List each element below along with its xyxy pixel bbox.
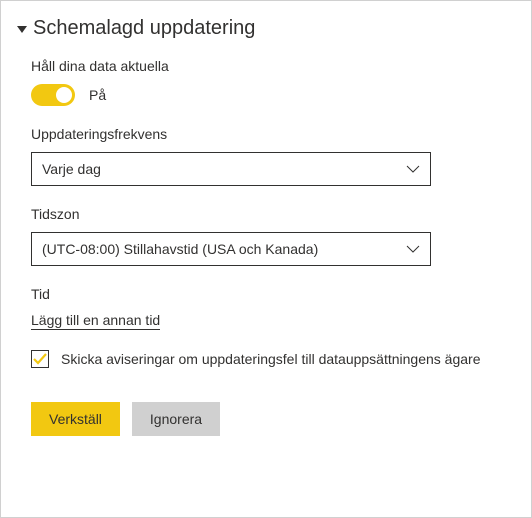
scheduled-refresh-panel: Schemalagd uppdatering Håll dina data ak… [0, 0, 532, 518]
toggle-row: På [31, 84, 505, 106]
notify-label: Skicka aviseringar om uppdateringsfel ti… [61, 351, 480, 367]
timezone-value: (UTC-08:00) Stillahavstid (USA och Kanad… [42, 241, 318, 257]
chevron-down-icon [406, 165, 420, 173]
button-row: Verkställ Ignorera [31, 402, 505, 436]
check-icon [33, 353, 47, 365]
section-content: Håll dina data aktuella På Uppdateringsf… [17, 58, 505, 436]
timezone-label: Tidszon [31, 206, 505, 222]
section-title: Schemalagd uppdatering [33, 17, 255, 40]
toggle-state-label: På [89, 87, 106, 103]
time-field: Tid Lägg till en annan tid [31, 286, 505, 330]
discard-button[interactable]: Ignorera [132, 402, 220, 436]
section-header[interactable]: Schemalagd uppdatering [17, 17, 505, 40]
keep-data-toggle[interactable] [31, 84, 75, 106]
frequency-field: Uppdateringsfrekvens Varje dag [31, 126, 505, 186]
chevron-down-icon [406, 245, 420, 253]
notify-row: Skicka aviseringar om uppdateringsfel ti… [31, 350, 505, 368]
time-label: Tid [31, 286, 505, 302]
timezone-select[interactable]: (UTC-08:00) Stillahavstid (USA och Kanad… [31, 232, 431, 266]
keep-data-label: Håll dina data aktuella [31, 58, 505, 74]
frequency-label: Uppdateringsfrekvens [31, 126, 505, 142]
caret-down-icon [17, 26, 27, 33]
add-time-link[interactable]: Lägg till en annan tid [31, 312, 160, 330]
notify-checkbox[interactable] [31, 350, 49, 368]
keep-data-field: Håll dina data aktuella På [31, 58, 505, 106]
apply-button[interactable]: Verkställ [31, 402, 120, 436]
timezone-field: Tidszon (UTC-08:00) Stillahavstid (USA o… [31, 206, 505, 266]
frequency-select[interactable]: Varje dag [31, 152, 431, 186]
frequency-value: Varje dag [42, 161, 101, 177]
toggle-knob [56, 87, 72, 103]
